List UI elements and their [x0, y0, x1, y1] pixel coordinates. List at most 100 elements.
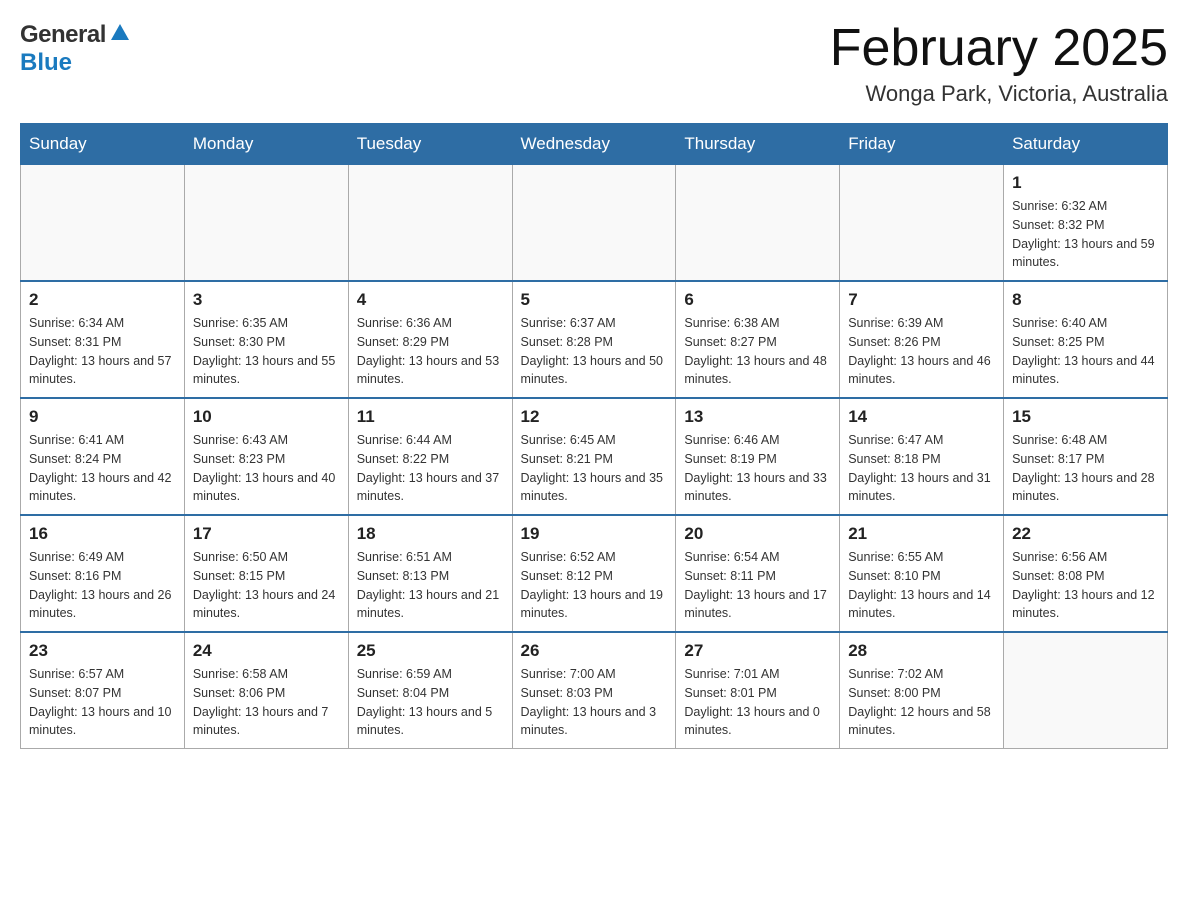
day-info: Sunrise: 6:39 AMSunset: 8:26 PMDaylight:…	[848, 314, 995, 389]
location-subtitle: Wonga Park, Victoria, Australia	[830, 81, 1168, 107]
title-block: February 2025 Wonga Park, Victoria, Aust…	[830, 20, 1168, 107]
table-row: 11 Sunrise: 6:44 AMSunset: 8:22 PMDayligh…	[348, 398, 512, 515]
day-number: 7	[848, 290, 995, 310]
table-row: 9 Sunrise: 6:41 AMSunset: 8:24 PMDaylight…	[21, 398, 185, 515]
month-title: February 2025	[830, 20, 1168, 77]
day-info: Sunrise: 6:49 AMSunset: 8:16 PMDaylight:…	[29, 548, 176, 623]
day-info: Sunrise: 6:58 AMSunset: 8:06 PMDaylight:…	[193, 665, 340, 740]
calendar-week-row: 23 Sunrise: 6:57 AMSunset: 8:07 PMDayligh…	[21, 632, 1168, 749]
day-number: 19	[521, 524, 668, 544]
table-row: 27 Sunrise: 7:01 AMSunset: 8:01 PMDayligh…	[676, 632, 840, 749]
day-info: Sunrise: 6:32 AMSunset: 8:32 PMDaylight:…	[1012, 197, 1159, 272]
table-row: 3 Sunrise: 6:35 AMSunset: 8:30 PMDaylight…	[184, 281, 348, 398]
calendar-week-row: 2Sunrise: 6:34 AMSunset: 8:31 PMDaylight…	[21, 281, 1168, 398]
day-number: 3	[193, 290, 340, 310]
day-info: Sunrise: 6:55 AMSunset: 8:10 PMDaylight:…	[848, 548, 995, 623]
day-info: Sunrise: 6:37 AMSunset: 8:28 PMDaylight:…	[521, 314, 668, 389]
calendar-table: Sunday Monday Tuesday Wednesday Thursday…	[20, 123, 1168, 749]
day-number: 16	[29, 524, 176, 544]
day-number: 28	[848, 641, 995, 661]
col-friday: Friday	[840, 124, 1004, 165]
calendar-week-row: 9 Sunrise: 6:41 AMSunset: 8:24 PMDaylight…	[21, 398, 1168, 515]
day-info: Sunrise: 7:00 AMSunset: 8:03 PMDaylight:…	[521, 665, 668, 740]
table-row: 22Sunrise: 6:56 AMSunset: 8:08 PMDayligh…	[1004, 515, 1168, 632]
day-info: Sunrise: 6:50 AMSunset: 8:15 PMDaylight:…	[193, 548, 340, 623]
day-info: Sunrise: 6:48 AMSunset: 8:17 PMDaylight:…	[1012, 431, 1159, 506]
day-info: Sunrise: 6:47 AMSunset: 8:18 PMDaylight:…	[848, 431, 995, 506]
col-saturday: Saturday	[1004, 124, 1168, 165]
day-number: 20	[684, 524, 831, 544]
day-info: Sunrise: 6:38 AMSunset: 8:27 PMDaylight:…	[684, 314, 831, 389]
day-number: 4	[357, 290, 504, 310]
table-row: 10 Sunrise: 6:43 AMSunset: 8:23 PMDayligh…	[184, 398, 348, 515]
day-info: Sunrise: 6:54 AMSunset: 8:11 PMDaylight:…	[684, 548, 831, 623]
day-number: 24	[193, 641, 340, 661]
day-number: 10	[193, 407, 340, 427]
day-number: 21	[848, 524, 995, 544]
day-number: 12	[521, 407, 668, 427]
day-info: Sunrise: 6:59 AMSunset: 8:04 PMDaylight:…	[357, 665, 504, 740]
table-row	[348, 165, 512, 282]
day-number: 11	[357, 407, 504, 427]
page-header: General Blue February 2025 Wonga Park, V…	[20, 20, 1168, 107]
table-row: 12 Sunrise: 6:45 AMSunset: 8:21 PMDayligh…	[512, 398, 676, 515]
day-info: Sunrise: 6:57 AMSunset: 8:07 PMDaylight:…	[29, 665, 176, 740]
day-number: 5	[521, 290, 668, 310]
table-row: 25Sunrise: 6:59 AMSunset: 8:04 PMDayligh…	[348, 632, 512, 749]
table-row: 1 Sunrise: 6:32 AMSunset: 8:32 PMDaylight…	[1004, 165, 1168, 282]
day-number: 22	[1012, 524, 1159, 544]
table-row: 20 Sunrise: 6:54 AMSunset: 8:11 PMDayligh…	[676, 515, 840, 632]
day-number: 14	[848, 407, 995, 427]
table-row: 16 Sunrise: 6:49 AMSunset: 8:16 PMDayligh…	[21, 515, 185, 632]
day-number: 6	[684, 290, 831, 310]
day-number: 23	[29, 641, 176, 661]
table-row: 14 Sunrise: 6:47 AMSunset: 8:18 PMDayligh…	[840, 398, 1004, 515]
day-number: 1	[1012, 173, 1159, 193]
table-row	[840, 165, 1004, 282]
table-row: 13 Sunrise: 6:46 AMSunset: 8:19 PMDayligh…	[676, 398, 840, 515]
col-sunday: Sunday	[21, 124, 185, 165]
table-row: 5 Sunrise: 6:37 AMSunset: 8:28 PMDaylight…	[512, 281, 676, 398]
table-row: 7 Sunrise: 6:39 AMSunset: 8:26 PMDaylight…	[840, 281, 1004, 398]
day-number: 27	[684, 641, 831, 661]
table-row	[184, 165, 348, 282]
calendar-header-row: Sunday Monday Tuesday Wednesday Thursday…	[21, 124, 1168, 165]
table-row	[676, 165, 840, 282]
day-number: 17	[193, 524, 340, 544]
table-row: 19 Sunrise: 6:52 AMSunset: 8:12 PMDayligh…	[512, 515, 676, 632]
day-info: Sunrise: 7:01 AMSunset: 8:01 PMDaylight:…	[684, 665, 831, 740]
table-row: 28 Sunrise: 7:02 AMSunset: 8:00 PMDayligh…	[840, 632, 1004, 749]
day-number: 13	[684, 407, 831, 427]
day-info: Sunrise: 6:45 AMSunset: 8:21 PMDaylight:…	[521, 431, 668, 506]
calendar-week-row: 1 Sunrise: 6:32 AMSunset: 8:32 PMDaylight…	[21, 165, 1168, 282]
day-info: Sunrise: 6:46 AMSunset: 8:19 PMDaylight:…	[684, 431, 831, 506]
logo-flag-icon	[109, 22, 131, 49]
col-wednesday: Wednesday	[512, 124, 676, 165]
table-row: 15 Sunrise: 6:48 AMSunset: 8:17 PMDayligh…	[1004, 398, 1168, 515]
day-info: Sunrise: 6:41 AMSunset: 8:24 PMDaylight:…	[29, 431, 176, 506]
table-row	[512, 165, 676, 282]
table-row: 18Sunrise: 6:51 AMSunset: 8:13 PMDayligh…	[348, 515, 512, 632]
day-number: 2	[29, 290, 176, 310]
table-row: 26Sunrise: 7:00 AMSunset: 8:03 PMDayligh…	[512, 632, 676, 749]
col-monday: Monday	[184, 124, 348, 165]
day-number: 15	[1012, 407, 1159, 427]
table-row: 2Sunrise: 6:34 AMSunset: 8:31 PMDaylight…	[21, 281, 185, 398]
table-row: 6 Sunrise: 6:38 AMSunset: 8:27 PMDaylight…	[676, 281, 840, 398]
table-row	[1004, 632, 1168, 749]
day-info: Sunrise: 6:36 AMSunset: 8:29 PMDaylight:…	[357, 314, 504, 389]
day-info: Sunrise: 7:02 AMSunset: 8:00 PMDaylight:…	[848, 665, 995, 740]
table-row: 21 Sunrise: 6:55 AMSunset: 8:10 PMDayligh…	[840, 515, 1004, 632]
day-info: Sunrise: 6:40 AMSunset: 8:25 PMDaylight:…	[1012, 314, 1159, 389]
day-info: Sunrise: 6:43 AMSunset: 8:23 PMDaylight:…	[193, 431, 340, 506]
table-row: 8 Sunrise: 6:40 AMSunset: 8:25 PMDaylight…	[1004, 281, 1168, 398]
day-info: Sunrise: 6:52 AMSunset: 8:12 PMDaylight:…	[521, 548, 668, 623]
table-row: 24 Sunrise: 6:58 AMSunset: 8:06 PMDayligh…	[184, 632, 348, 749]
table-row: 4 Sunrise: 6:36 AMSunset: 8:29 PMDaylight…	[348, 281, 512, 398]
day-number: 8	[1012, 290, 1159, 310]
day-info: Sunrise: 6:35 AMSunset: 8:30 PMDaylight:…	[193, 314, 340, 389]
table-row	[21, 165, 185, 282]
day-number: 9	[29, 407, 176, 427]
day-info: Sunrise: 6:44 AMSunset: 8:22 PMDaylight:…	[357, 431, 504, 506]
logo: General Blue	[20, 20, 131, 77]
